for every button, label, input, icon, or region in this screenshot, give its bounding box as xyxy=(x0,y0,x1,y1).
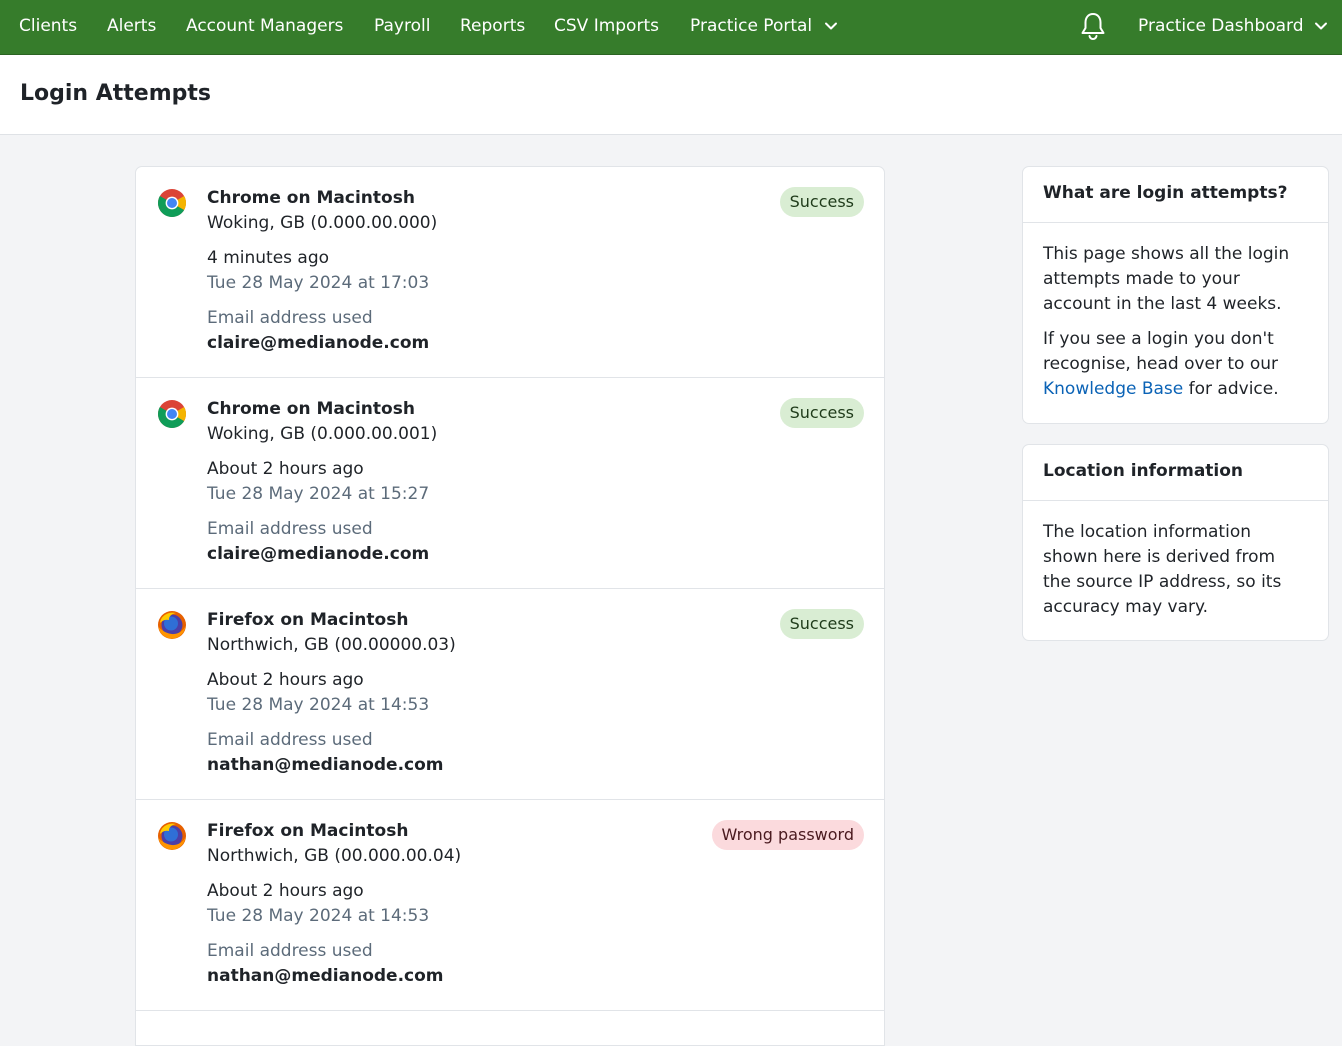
relative-time: About 2 hours ago xyxy=(207,670,364,690)
card-title: What are login attempts? xyxy=(1023,167,1328,223)
browser-name: Firefox on Macintosh xyxy=(207,610,409,630)
chevron-down-icon xyxy=(1315,22,1327,30)
nav-practice-portal[interactable]: Practice Portal xyxy=(690,0,840,55)
relative-time: About 2 hours ago xyxy=(207,459,364,479)
login-attempts-list: Chrome on Macintosh Woking, GB (0.000.00… xyxy=(135,166,885,1046)
card-paragraph: The location information shown here is d… xyxy=(1043,522,1282,617)
firefox-icon xyxy=(158,822,186,850)
nav-practice-dashboard-label: Practice Dashboard xyxy=(1138,16,1304,36)
chrome-icon xyxy=(158,400,186,428)
nav-alerts[interactable]: Alerts xyxy=(107,0,156,55)
firefox-icon xyxy=(158,611,186,639)
email-label: Email address used xyxy=(207,941,373,961)
absolute-time: Tue 28 May 2024 at 14:53 xyxy=(207,695,430,715)
bell-icon[interactable] xyxy=(1079,11,1107,41)
status-badge: Success xyxy=(779,187,864,217)
absolute-time: Tue 28 May 2024 at 14:53 xyxy=(207,906,430,926)
card-body: The location information shown here is d… xyxy=(1023,501,1328,620)
status-badge: Success xyxy=(779,398,864,428)
info-card-location: Location information The location inform… xyxy=(1022,444,1329,641)
page-header: Login Attempts xyxy=(0,55,1342,135)
login-attempt-item: Firefox on Macintosh Northwich, GB (00.0… xyxy=(136,589,884,800)
email-label: Email address used xyxy=(207,519,373,539)
card-body: This page shows all the login attempts m… xyxy=(1023,223,1328,402)
location: Northwich, GB (00.000.00.04) xyxy=(207,846,462,866)
relative-time: 4 minutes ago xyxy=(207,248,330,268)
card-title: Location information xyxy=(1023,445,1328,501)
knowledge-base-link[interactable]: Knowledge Base xyxy=(1043,379,1183,399)
email-label: Email address used xyxy=(207,308,373,328)
top-nav: Clients Alerts Account Managers Payroll … xyxy=(0,0,1342,55)
location: Woking, GB (0.000.00.001) xyxy=(207,424,438,444)
login-attempt-item: Chrome on Macintosh Woking, GB (0.000.00… xyxy=(136,378,884,589)
email-address: claire@medianode.com xyxy=(207,333,430,353)
browser-name: Chrome on Macintosh xyxy=(207,188,415,208)
nav-account-managers[interactable]: Account Managers xyxy=(186,0,343,55)
page-title: Login Attempts xyxy=(20,81,212,106)
email-address: nathan@medianode.com xyxy=(207,755,444,775)
login-attempt-item: Chrome on Macintosh Woking, GB (0.000.00… xyxy=(136,167,884,378)
status-badge: Wrong password xyxy=(711,820,864,850)
login-attempt-item: Firefox on Macintosh Northwich, GB (00.0… xyxy=(136,800,884,1011)
nav-clients[interactable]: Clients xyxy=(19,0,77,55)
nav-payroll[interactable]: Payroll xyxy=(374,0,430,55)
status-badge: Success xyxy=(779,609,864,639)
nav-practice-dashboard[interactable]: Practice Dashboard xyxy=(1138,0,1334,55)
email-label: Email address used xyxy=(207,730,373,750)
browser-name: Firefox on Macintosh xyxy=(207,821,409,841)
card-paragraph: This page shows all the login attempts m… xyxy=(1043,244,1290,314)
absolute-time: Tue 28 May 2024 at 17:03 xyxy=(207,273,430,293)
nav-csv-imports[interactable]: CSV Imports xyxy=(554,0,659,55)
chrome-icon xyxy=(158,189,186,217)
paragraph-text: for advice. xyxy=(1183,379,1279,399)
paragraph-text: If you see a login you don't recognise, … xyxy=(1043,329,1279,374)
email-address: nathan@medianode.com xyxy=(207,966,444,986)
relative-time: About 2 hours ago xyxy=(207,881,364,901)
absolute-time: Tue 28 May 2024 at 15:27 xyxy=(207,484,430,504)
browser-name: Chrome on Macintosh xyxy=(207,399,415,419)
email-address: claire@medianode.com xyxy=(207,544,430,564)
info-card-login-attempts: What are login attempts? This page shows… xyxy=(1022,166,1329,424)
location: Northwich, GB (00.00000.03) xyxy=(207,635,456,655)
location: Woking, GB (0.000.00.000) xyxy=(207,213,438,233)
card-paragraph: If you see a login you don't recognise, … xyxy=(1043,327,1308,402)
nav-reports[interactable]: Reports xyxy=(460,0,525,55)
chevron-down-icon xyxy=(825,22,837,30)
nav-practice-portal-label: Practice Portal xyxy=(690,16,813,36)
